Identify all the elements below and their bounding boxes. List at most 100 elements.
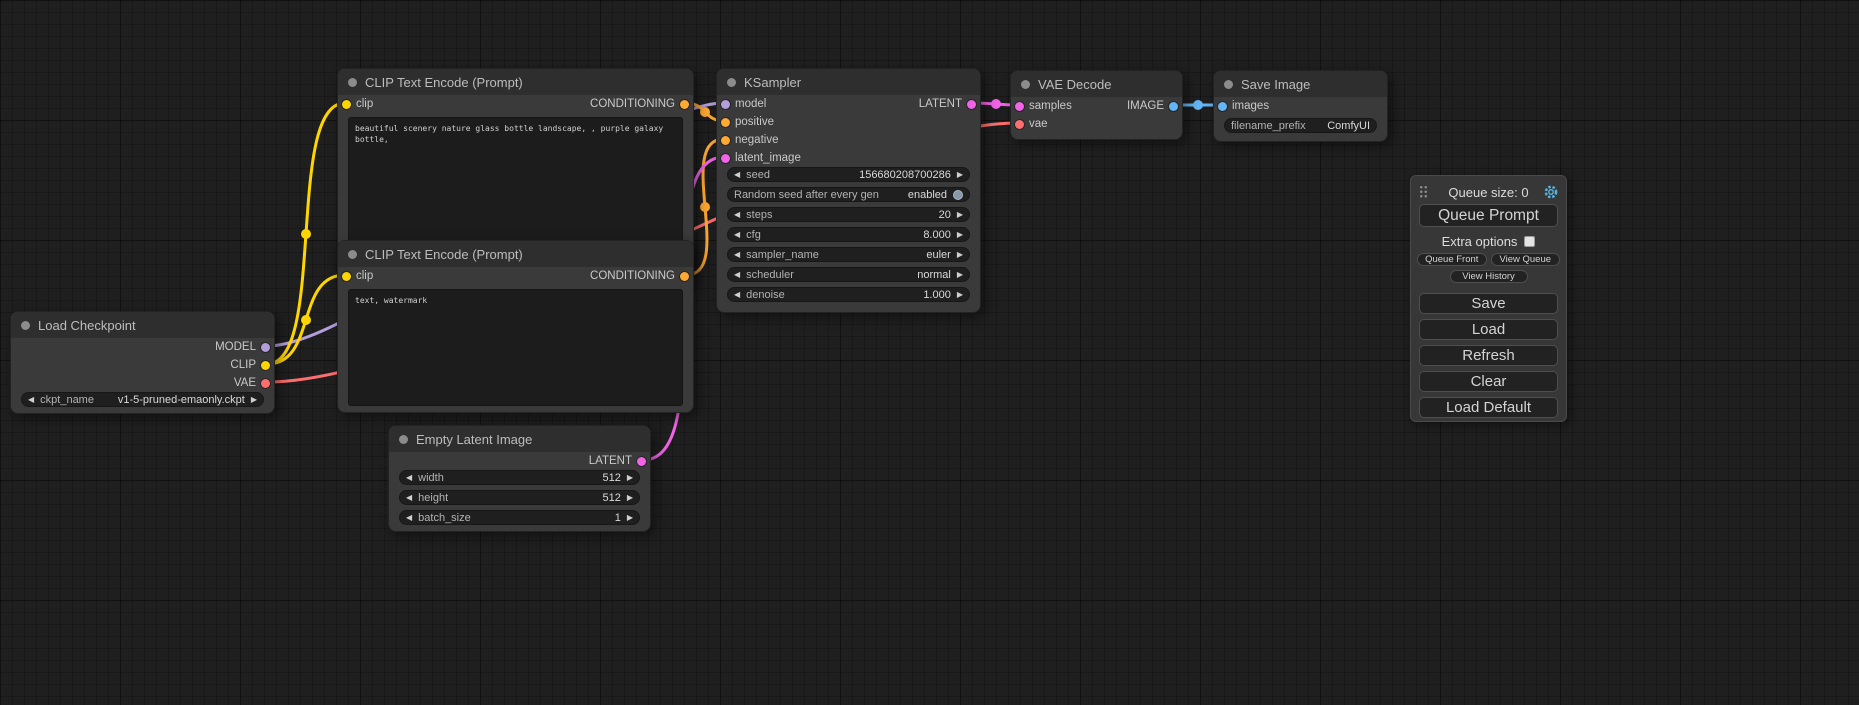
decrement-arrow-icon[interactable]: ◀: [734, 251, 740, 259]
increment-arrow-icon[interactable]: ▶: [957, 251, 963, 259]
decrement-arrow-icon[interactable]: ◀: [734, 231, 740, 239]
input-socket-negative[interactable]: [721, 136, 730, 145]
collapse-dot[interactable]: [727, 78, 736, 87]
decrement-arrow-icon[interactable]: ◀: [406, 474, 412, 482]
input-socket-latent-image[interactable]: [721, 154, 730, 163]
collapse-dot[interactable]: [1021, 80, 1030, 89]
widget-value: enabled: [908, 189, 947, 201]
collapse-dot[interactable]: [1224, 80, 1233, 89]
widget-value: euler: [926, 249, 950, 261]
decrement-arrow-icon[interactable]: ◀: [734, 271, 740, 279]
widget-label: filename_prefix: [1231, 120, 1306, 132]
decrement-arrow-icon[interactable]: ◀: [406, 494, 412, 502]
increment-arrow-icon[interactable]: ▶: [957, 171, 963, 179]
output-socket-conditioning[interactable]: [680, 100, 689, 109]
output-socket-latent[interactable]: [967, 100, 976, 109]
node-title-bar[interactable]: KSampler: [717, 69, 980, 95]
widget-scheduler[interactable]: ◀ scheduler normal ▶: [727, 267, 970, 282]
increment-arrow-icon[interactable]: ▶: [957, 291, 963, 299]
output-label-clip: CLIP: [230, 359, 256, 371]
widget-ckpt-name[interactable]: ◀ ckpt_name v1-5-pruned-emaonly.ckpt ▶: [21, 392, 264, 407]
load-default-button[interactable]: Load Default: [1419, 397, 1558, 418]
settings-gear-icon[interactable]: [1543, 184, 1559, 200]
widget-label: steps: [746, 209, 772, 221]
input-socket-vae[interactable]: [1015, 120, 1024, 129]
widget-value: normal: [917, 269, 951, 281]
output-socket-clip[interactable]: [261, 361, 270, 370]
output-socket-vae[interactable]: [261, 379, 270, 388]
queue-prompt-button[interactable]: Queue Prompt: [1419, 204, 1558, 227]
widget-cfg[interactable]: ◀ cfg 8.000 ▶: [727, 227, 970, 242]
widget-value: 512: [602, 472, 620, 484]
node-title-bar[interactable]: CLIP Text Encode (Prompt): [338, 241, 693, 267]
decrement-arrow-icon[interactable]: ◀: [734, 211, 740, 219]
output-label-conditioning: CONDITIONING: [590, 270, 675, 282]
increment-arrow-icon[interactable]: ▶: [627, 514, 633, 522]
node-title-bar[interactable]: CLIP Text Encode (Prompt): [338, 69, 693, 95]
collapse-dot[interactable]: [21, 321, 30, 330]
widget-steps[interactable]: ◀ steps 20 ▶: [727, 207, 970, 222]
node-title-bar[interactable]: Empty Latent Image: [389, 426, 650, 452]
input-label-positive: positive: [735, 116, 774, 128]
output-socket-image[interactable]: [1169, 102, 1178, 111]
node-title: KSampler: [744, 75, 801, 90]
node-vae-decode[interactable]: VAE Decode samples IMAGE vae: [1010, 70, 1183, 140]
queue-front-button[interactable]: Queue Front: [1417, 253, 1487, 266]
widget-sampler-name[interactable]: ◀ sampler_name euler ▶: [727, 247, 970, 262]
input-socket-images[interactable]: [1218, 102, 1227, 111]
widget-height[interactable]: ◀ height 512 ▶: [399, 490, 640, 505]
output-label-conditioning: CONDITIONING: [590, 98, 675, 110]
increment-arrow-icon[interactable]: ▶: [627, 494, 633, 502]
save-button[interactable]: Save: [1419, 293, 1558, 314]
input-socket-samples[interactable]: [1015, 102, 1024, 111]
input-socket-clip[interactable]: [342, 100, 351, 109]
collapse-dot[interactable]: [399, 435, 408, 444]
widget-batch-size[interactable]: ◀ batch_size 1 ▶: [399, 510, 640, 525]
node-save-image[interactable]: Save Image images filename_prefix ComfyU…: [1213, 70, 1388, 142]
view-history-button[interactable]: View History: [1450, 270, 1528, 283]
collapse-dot[interactable]: [348, 78, 357, 87]
increment-arrow-icon[interactable]: ▶: [627, 474, 633, 482]
decrement-arrow-icon[interactable]: ◀: [406, 514, 412, 522]
node-title-bar[interactable]: Load Checkpoint: [11, 312, 274, 338]
widget-random-seed-toggle[interactable]: Random seed after every gen enabled: [727, 187, 970, 202]
increment-arrow-icon[interactable]: ▶: [957, 211, 963, 219]
widget-value: 156680208700286: [859, 169, 951, 181]
node-load-checkpoint[interactable]: Load Checkpoint MODEL CLIP VAE ◀ ckpt_na…: [10, 311, 275, 414]
input-label-model: model: [735, 98, 766, 110]
output-socket-conditioning[interactable]: [680, 272, 689, 281]
input-socket-positive[interactable]: [721, 118, 730, 127]
input-socket-clip[interactable]: [342, 272, 351, 281]
increment-arrow-icon[interactable]: ▶: [251, 396, 257, 404]
widget-denoise[interactable]: ◀ denoise 1.000 ▶: [727, 287, 970, 302]
prompt-textarea-negative[interactable]: text, watermark: [348, 289, 683, 406]
collapse-dot[interactable]: [348, 250, 357, 259]
input-label-vae: vae: [1029, 118, 1048, 130]
node-title-bar[interactable]: Save Image: [1214, 71, 1387, 97]
load-button[interactable]: Load: [1419, 319, 1558, 340]
decrement-arrow-icon[interactable]: ◀: [734, 171, 740, 179]
increment-arrow-icon[interactable]: ▶: [957, 271, 963, 279]
drag-handle-icon[interactable]: [1419, 185, 1429, 199]
output-socket-latent[interactable]: [637, 457, 646, 466]
node-clip-text-encode-negative[interactable]: CLIP Text Encode (Prompt) clip CONDITION…: [337, 240, 694, 413]
decrement-arrow-icon[interactable]: ◀: [28, 396, 34, 404]
extra-options-checkbox[interactable]: [1524, 236, 1535, 247]
decrement-arrow-icon[interactable]: ◀: [734, 291, 740, 299]
output-label-latent: LATENT: [589, 455, 632, 467]
increment-arrow-icon[interactable]: ▶: [957, 231, 963, 239]
view-queue-button[interactable]: View Queue: [1491, 253, 1561, 266]
node-title-bar[interactable]: VAE Decode: [1011, 71, 1182, 97]
widget-seed[interactable]: ◀ seed 156680208700286 ▶: [727, 167, 970, 182]
node-empty-latent-image[interactable]: Empty Latent Image LATENT ◀ width 512 ▶ …: [388, 425, 651, 532]
widget-width[interactable]: ◀ width 512 ▶: [399, 470, 640, 485]
input-socket-model[interactable]: [721, 100, 730, 109]
widget-filename-prefix[interactable]: filename_prefix ComfyUI: [1224, 118, 1377, 133]
clear-button[interactable]: Clear: [1419, 371, 1558, 392]
link-midpoint-dot: [991, 99, 1001, 109]
node-ksampler[interactable]: KSampler model LATENT positive negative …: [716, 68, 981, 313]
toggle-knob[interactable]: [953, 190, 963, 200]
output-socket-model[interactable]: [261, 343, 270, 352]
refresh-button[interactable]: Refresh: [1419, 345, 1558, 366]
output-label-latent: LATENT: [919, 98, 962, 110]
